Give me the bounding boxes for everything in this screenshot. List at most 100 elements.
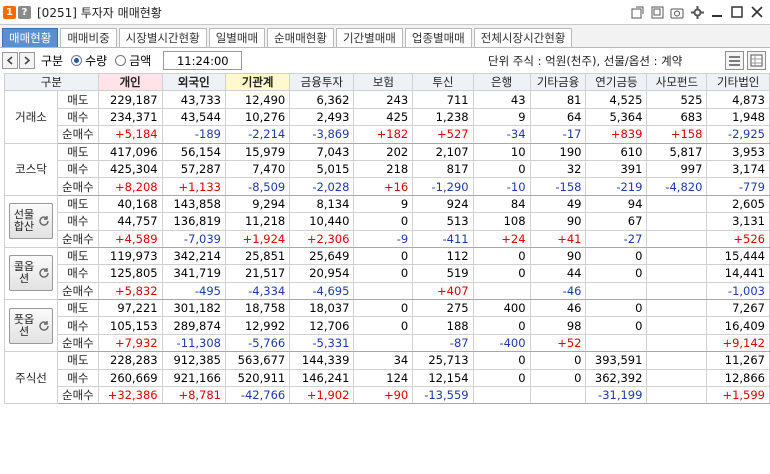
table-cell: 12,154 bbox=[412, 368, 474, 388]
table-cell: 341,719 bbox=[161, 264, 227, 283]
row-label: 매수 bbox=[57, 264, 99, 283]
header-pension[interactable]: 연기금등 bbox=[585, 72, 648, 92]
table-cell: -42,766 bbox=[224, 386, 291, 405]
table-cell: 32 bbox=[529, 159, 587, 179]
table-cell: -13,559 bbox=[412, 386, 474, 405]
table-cell: -4,695 bbox=[289, 281, 355, 301]
maximize-icon[interactable] bbox=[730, 5, 744, 19]
table-row: 거래소 매도 229,187 43,733 12,490 6,362 243 711 43 81 4… bbox=[4, 90, 770, 144]
tab-net-trading[interactable]: 순매매현황 bbox=[267, 28, 334, 47]
table-cell: 25,713 bbox=[412, 351, 474, 370]
group-label[interactable]: 풋옵션 bbox=[4, 299, 58, 353]
close-icon[interactable] bbox=[750, 5, 764, 19]
header-other-corp[interactable]: 기타법인 bbox=[706, 72, 770, 92]
prev-arrow-button[interactable] bbox=[2, 52, 18, 69]
tab-trading-status[interactable]: 매매현황 bbox=[2, 28, 59, 47]
table-cell: 25,851 bbox=[224, 246, 291, 266]
radio-amount[interactable]: 금액 bbox=[115, 52, 151, 69]
header-insurance[interactable]: 보험 bbox=[353, 72, 414, 92]
header-investment-trust[interactable]: 투신 bbox=[412, 72, 474, 92]
row-label: 매수 bbox=[57, 107, 99, 127]
excel-export-icon[interactable] bbox=[747, 51, 766, 70]
group-label[interactable]: 선물합산 bbox=[4, 194, 58, 248]
tab-daily-trading[interactable]: 일별매매 bbox=[208, 28, 266, 47]
table-cell: 1,238 bbox=[412, 107, 474, 127]
tab-period-trading[interactable]: 기간별매매 bbox=[335, 28, 403, 47]
radio-quantity[interactable]: 수량 bbox=[71, 52, 107, 69]
header-other-finance[interactable]: 기타금융 bbox=[529, 72, 587, 92]
help-badge[interactable]: ? bbox=[18, 5, 31, 19]
list-view-icon[interactable] bbox=[725, 51, 744, 70]
row-label: 매도 bbox=[57, 194, 99, 214]
table-cell: 7,267 bbox=[706, 299, 770, 318]
table-cell: +158 bbox=[646, 125, 708, 144]
table-row: 순매수 +5,184 -189 -2,214 -3,869 +182 +527 -34 -17 +… bbox=[5, 125, 770, 144]
table-cell: 44 bbox=[529, 264, 587, 283]
table-cell bbox=[646, 281, 708, 301]
tab-all-market-time[interactable]: 전체시장시간현황 bbox=[473, 28, 573, 47]
table-cell: 683 bbox=[646, 107, 708, 127]
table-cell: +32,386 bbox=[97, 386, 163, 405]
refresh-icon bbox=[39, 216, 49, 227]
table-row: 순매수 +5,832 -495 -4,334 -4,695 +407 -46 -1,003 bbox=[5, 281, 770, 301]
table-cell: -11,308 bbox=[161, 333, 227, 353]
copy-window-icon[interactable] bbox=[650, 5, 664, 19]
header-bank[interactable]: 은행 bbox=[472, 72, 531, 92]
next-arrow-button[interactable] bbox=[19, 52, 35, 69]
header-foreigner[interactable]: 외국인 bbox=[161, 72, 227, 92]
table-row: 순매수 +8,208 +1,133 -8,509 -2,028 +16 -1,290 -10-… bbox=[5, 177, 770, 196]
table-cell: 2,605 bbox=[706, 194, 770, 214]
window-title: [0251] 투자자 매매현황 bbox=[37, 5, 162, 20]
table-cell bbox=[646, 386, 708, 405]
link-icon[interactable] bbox=[630, 5, 644, 19]
table-cell: 125,805 bbox=[97, 264, 163, 283]
tab-trading-ratio[interactable]: 매매비중 bbox=[60, 28, 117, 47]
table-cell bbox=[646, 351, 708, 370]
table-cell: -3,869 bbox=[289, 125, 355, 144]
table-cell: 0 bbox=[472, 159, 531, 179]
table-cell: 400 bbox=[472, 299, 531, 318]
tab-market-time-status[interactable]: 시장별시간현황 bbox=[118, 28, 207, 47]
table-cell: -2,214 bbox=[224, 125, 291, 144]
group-toggle-button[interactable]: 선물합산 bbox=[9, 203, 53, 240]
table-cell: 912,385 bbox=[161, 351, 227, 370]
minimize-icon[interactable] bbox=[710, 5, 724, 19]
table-cell: 12,706 bbox=[289, 316, 355, 335]
header-institution[interactable]: 기관계 bbox=[224, 72, 291, 92]
table-cell: +52 bbox=[529, 333, 587, 353]
table-cell: -5,766 bbox=[224, 333, 291, 353]
gear-icon[interactable] bbox=[690, 5, 704, 19]
table-cell: 4,525 bbox=[585, 90, 648, 109]
table-cell bbox=[646, 246, 708, 266]
header-financial-investment[interactable]: 금융투자 bbox=[289, 72, 355, 92]
header-private-fund[interactable]: 사모펀드 bbox=[646, 72, 708, 92]
camera-icon[interactable] bbox=[670, 5, 684, 19]
row-label: 순매수 bbox=[57, 125, 99, 144]
group-toggle-button[interactable]: 풋옵션 bbox=[9, 307, 53, 344]
tab-sector-trading[interactable]: 업종별매매 bbox=[404, 28, 472, 47]
group-label[interactable]: 콜옵션 bbox=[4, 246, 58, 301]
table-cell bbox=[529, 386, 587, 405]
table-cell: 610 bbox=[585, 142, 648, 161]
table-cell: 34 bbox=[353, 351, 414, 370]
table-cell: 90 bbox=[529, 212, 587, 231]
group-label: 코스닥 bbox=[4, 142, 58, 196]
header-division: 구분 bbox=[4, 72, 99, 92]
window-number-badge[interactable]: 1 bbox=[3, 5, 16, 19]
table-cell: 0 bbox=[472, 368, 531, 388]
table-cell: 14,441 bbox=[706, 264, 770, 283]
table-cell: 0 bbox=[353, 316, 414, 335]
table-cell: -27 bbox=[585, 229, 648, 248]
table-cell: 0 bbox=[472, 246, 531, 266]
table-cell: 90 bbox=[529, 246, 587, 266]
table-cell: 43 bbox=[472, 90, 531, 109]
table-cell bbox=[646, 194, 708, 214]
table-cell: 7,470 bbox=[224, 159, 291, 179]
radio-unselected-icon bbox=[115, 55, 127, 66]
header-individual[interactable]: 개인 bbox=[97, 72, 163, 92]
group-toggle-button[interactable]: 콜옵션 bbox=[9, 255, 53, 292]
table-cell: 0 bbox=[353, 212, 414, 231]
radio-quantity-label: 수량 bbox=[85, 54, 108, 68]
row-label: 매수 bbox=[57, 212, 99, 231]
time-field[interactable]: 11:24:00 bbox=[163, 51, 243, 70]
